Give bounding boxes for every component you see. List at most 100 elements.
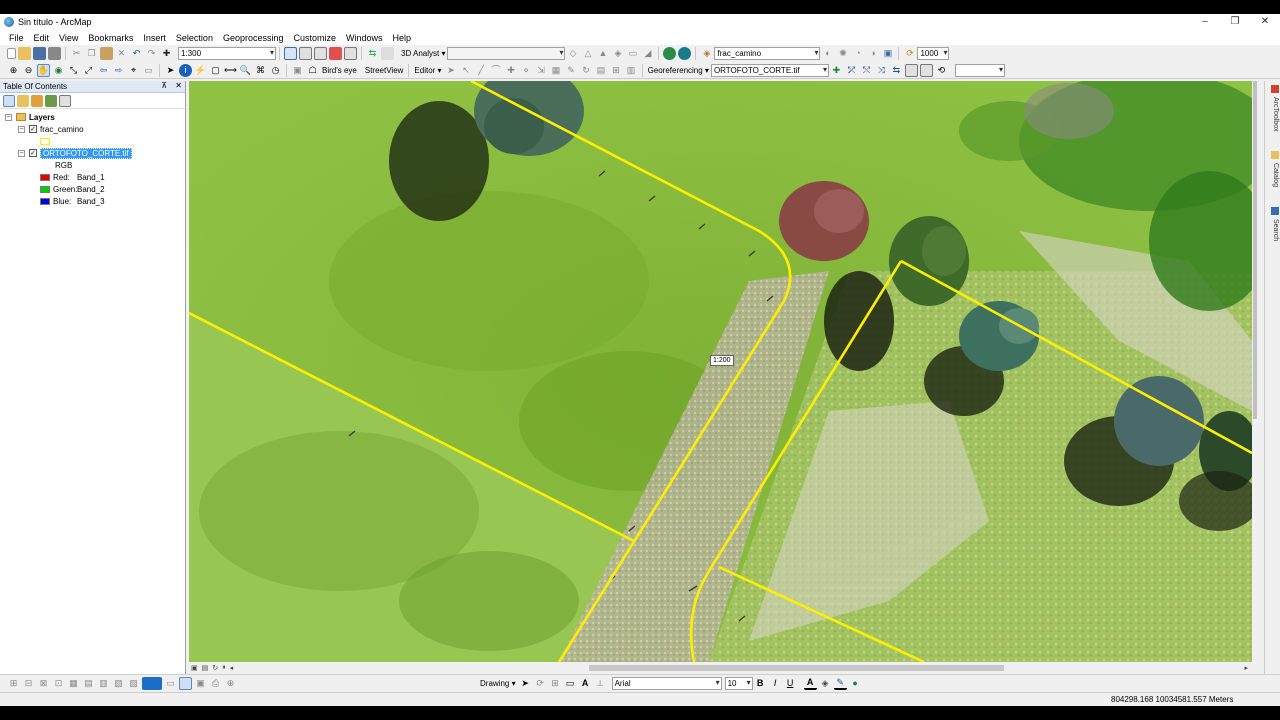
text-tool-icon[interactable]: A	[579, 677, 592, 690]
edit-tool-icon[interactable]: ⌒	[490, 64, 503, 77]
line-color-icon[interactable]: ✎	[833, 677, 847, 690]
edit-tool-icon[interactable]: ▤	[595, 64, 608, 77]
arcglobe-icon[interactable]	[663, 47, 677, 60]
fixed-zoom-out-icon[interactable]: ⤢	[82, 64, 95, 77]
edit-tool-icon[interactable]: ↻	[580, 64, 593, 77]
font-color-button[interactable]: A	[803, 677, 817, 690]
3d-tool-icon[interactable]: ◇	[566, 47, 579, 60]
editor-menu[interactable]: Editor ▾	[412, 66, 443, 75]
refresh-icon[interactable]: ↻	[210, 664, 220, 672]
tool-icon[interactable]: ▤	[82, 677, 95, 690]
layer-symbol-icon[interactable]: ◈	[700, 47, 713, 60]
street-view-button[interactable]: StreetView	[363, 66, 406, 75]
map-horizontal-scrollbar[interactable]: ▣ ▤ ↻ ⏸ ◂ ▸	[189, 662, 1252, 674]
undo-icon[interactable]: ↶	[130, 47, 143, 60]
scrollbar-thumb[interactable]	[589, 665, 1004, 671]
tool-icon[interactable]: ⊠	[37, 677, 50, 690]
menu-geoprocessing[interactable]: Geoprocessing	[218, 33, 289, 43]
layer-visibility-checkbox[interactable]: ✓	[29, 149, 37, 157]
python-icon[interactable]	[381, 47, 394, 60]
close-button[interactable]: ✕	[1250, 14, 1280, 30]
catalog-window-icon[interactable]	[314, 47, 327, 60]
tool-icon[interactable]: ▭	[164, 677, 177, 690]
italic-button[interactable]: I	[769, 677, 782, 690]
time-slider-icon[interactable]: ◷	[269, 64, 282, 77]
edit-tool-icon[interactable]: ╱	[475, 64, 488, 77]
find-route-icon[interactable]: ⌘	[254, 64, 267, 77]
birds-eye-button[interactable]: Bird's eye	[320, 66, 359, 75]
create-viewer-icon[interactable]: ▣	[291, 64, 304, 77]
tool-icon[interactable]: ▧	[112, 677, 125, 690]
edit-tool-icon[interactable]: ⇲	[535, 64, 548, 77]
layer-label[interactable]: ORTOFOTO_CORTE.tif	[40, 147, 132, 159]
3d-analyst-menu[interactable]: 3D Analyst ▾	[399, 49, 447, 58]
layer-tool-icon[interactable]: ◔	[851, 47, 864, 60]
view-link-table-icon[interactable]	[919, 63, 933, 77]
forward-arrow-icon[interactable]: ⇨	[112, 64, 125, 77]
3d-tool-icon[interactable]: ◈	[611, 47, 624, 60]
menu-selection[interactable]: Selection	[171, 33, 218, 43]
blue-band-swatch[interactable]	[40, 197, 50, 205]
toc-options-icon[interactable]	[59, 94, 71, 107]
green-band-swatch[interactable]	[40, 185, 50, 193]
rotate-element-icon[interactable]: ⟳	[534, 677, 547, 690]
georeferencing-layer-combo[interactable]: ORTOFOTO_CORTE.tif	[710, 63, 829, 77]
back-arrow-icon[interactable]: ⇦	[97, 64, 110, 77]
bold-button[interactable]: B	[754, 677, 767, 690]
polygon-symbol-swatch[interactable]	[40, 137, 50, 145]
measure-icon[interactable]: ⟷	[224, 64, 237, 77]
search-tab[interactable]: Search	[1267, 207, 1279, 241]
layout-view-icon[interactable]: ▣	[189, 664, 200, 672]
layer-tool-icon[interactable]: ✺	[836, 47, 849, 60]
list-by-drawing-order-icon[interactable]	[3, 94, 15, 107]
birds-eye-icon[interactable]: ☖	[306, 64, 319, 77]
marker-color-icon[interactable]: ●	[849, 677, 862, 690]
new-document-icon[interactable]	[7, 48, 16, 59]
minimize-button[interactable]: ‒	[1190, 14, 1220, 30]
3d-tool-icon[interactable]: ▲	[596, 47, 609, 60]
layer-item-frac-camino[interactable]: − ✓ frac_camino	[18, 123, 84, 135]
scroll-left-icon[interactable]: ◂	[228, 664, 236, 672]
edit-tool-icon[interactable]: ↖	[460, 64, 473, 77]
menu-insert[interactable]: Insert	[138, 33, 171, 43]
data-view-icon[interactable]: ▤	[200, 664, 211, 672]
link-table-icon[interactable]	[904, 63, 918, 77]
collapse-icon[interactable]: −	[18, 149, 25, 157]
search-window-icon[interactable]	[329, 47, 342, 60]
rectangle-icon[interactable]: ▭	[564, 677, 577, 690]
map-canvas[interactable]: 1:200	[189, 81, 1252, 662]
menu-bookmarks[interactable]: Bookmarks	[83, 33, 138, 43]
edit-tool-icon[interactable]: ➤	[445, 64, 458, 77]
pin-icon[interactable]: ⊼	[161, 81, 167, 90]
map-scale-combo[interactable]: 1:300	[178, 47, 276, 60]
arctoolbox-icon[interactable]	[344, 47, 357, 60]
layer-visibility-checkbox[interactable]: ✓	[29, 125, 37, 133]
menu-edit[interactable]: Edit	[29, 33, 55, 43]
georeferencing-menu[interactable]: Georeferencing ▾	[646, 66, 711, 75]
menu-file[interactable]: File	[4, 33, 29, 43]
tool-icon[interactable]: ⊞	[7, 677, 20, 690]
layers-root[interactable]: − Layers	[5, 111, 55, 123]
tool-icon[interactable]: ▥	[97, 677, 110, 690]
edit-vertices-icon[interactable]: ⟂	[594, 677, 607, 690]
layer-tool-icon[interactable]: ◐	[821, 47, 834, 60]
map-vertical-scrollbar[interactable]	[1252, 81, 1258, 662]
arctoolbox-tab[interactable]: ArcToolbox	[1267, 85, 1279, 132]
rotate-icon[interactable]: ⤱	[845, 64, 858, 77]
scroll-right-icon[interactable]: ▸	[1242, 664, 1250, 672]
3d-tool-icon[interactable]: △	[581, 47, 594, 60]
open-folder-icon[interactable]	[18, 47, 31, 60]
edit-tool-icon[interactable]: ⋄	[520, 64, 533, 77]
full-extent-icon[interactable]: ◉	[52, 64, 65, 77]
zoom-value-input[interactable]: 1000	[917, 47, 950, 60]
layer-tool-icon[interactable]: ▣	[881, 47, 894, 60]
swipe-icon[interactable]: ⟳	[903, 47, 916, 60]
shift-icon[interactable]: ⤲	[860, 64, 873, 77]
identify-icon[interactable]: i	[179, 63, 192, 77]
select-features-icon[interactable]: ▭	[142, 64, 155, 77]
pause-drawing-icon[interactable]: ⏸	[220, 664, 228, 672]
select-elements-icon[interactable]: ➤	[164, 64, 177, 77]
tool-icon[interactable]: ⊟	[22, 677, 35, 690]
3d-analyst-layer-combo[interactable]	[447, 47, 566, 60]
cut-icon[interactable]: ✂	[70, 47, 83, 60]
